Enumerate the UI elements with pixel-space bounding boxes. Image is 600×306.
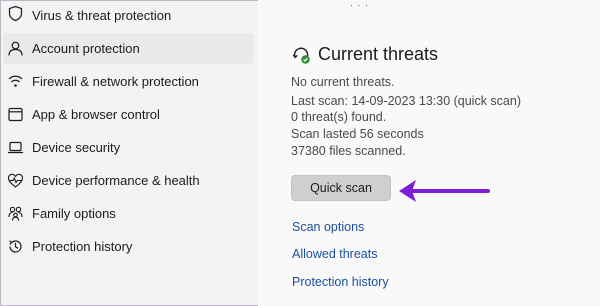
annotation-arrow — [399, 180, 490, 202]
sidebar-item-label: Virus & threat protection — [32, 8, 172, 23]
sidebar-item-app-browser-control[interactable]: App & browser control — [3, 99, 254, 130]
quick-scan-button[interactable]: Quick scan — [291, 175, 391, 201]
sidebar-item-firewall-network-protection[interactable]: Firewall & network protection — [3, 66, 254, 97]
sidebar-item-device-security[interactable]: Device security — [3, 132, 254, 163]
sidebar-item-family-options[interactable]: Family options — [3, 198, 254, 229]
sidebar-item-label: Family options — [32, 206, 116, 221]
protection-history-link[interactable]: Protection history — [292, 275, 389, 289]
sidebar-item-account-protection[interactable]: Account protection — [3, 33, 254, 64]
sidebar-item-label: Protection history — [32, 239, 133, 254]
person-icon — [8, 41, 23, 56]
family-icon — [8, 206, 23, 221]
sidebar-item-label: Device security — [32, 140, 121, 155]
sidebar-nav: Virus & threat protection Account protec… — [0, 0, 258, 306]
sidebar-item-label: Device performance & health — [32, 173, 200, 188]
laptop-icon — [8, 141, 23, 154]
sidebar-item-virus-threat-protection[interactable]: Virus & threat protection — [3, 0, 254, 31]
shield-icon — [8, 5, 23, 22]
files-scanned-text: 37380 files scanned. — [291, 144, 406, 158]
sidebar-item-label: Account protection — [32, 41, 140, 56]
allowed-threats-link[interactable]: Allowed threats — [292, 247, 377, 261]
heart-pulse-icon — [7, 173, 24, 188]
history-icon — [9, 240, 22, 253]
sidebar-item-device-performance-health[interactable]: Device performance & health — [3, 165, 254, 196]
page-title: Current threats — [318, 44, 439, 64]
threat-status-text: No current threats. — [291, 75, 395, 89]
scan-duration-text: Scan lasted 56 seconds — [291, 127, 424, 141]
sidebar-item-label: Firewall & network protection — [32, 74, 199, 89]
sidebar-item-label: App & browser control — [32, 107, 160, 122]
scan-options-link[interactable]: Scan options — [292, 220, 364, 234]
threat-scan-icon — [292, 47, 310, 64]
wifi-icon — [8, 75, 23, 87]
truncated-content-fragment: · · · — [350, 0, 369, 10]
threats-found-text: 0 threat(s) found. — [291, 110, 387, 124]
sidebar-item-protection-history[interactable]: Protection history — [3, 231, 254, 262]
last-scan-text: Last scan: 14-09-2023 13:30 (quick scan) — [291, 94, 521, 108]
browser-window-icon — [8, 107, 23, 122]
